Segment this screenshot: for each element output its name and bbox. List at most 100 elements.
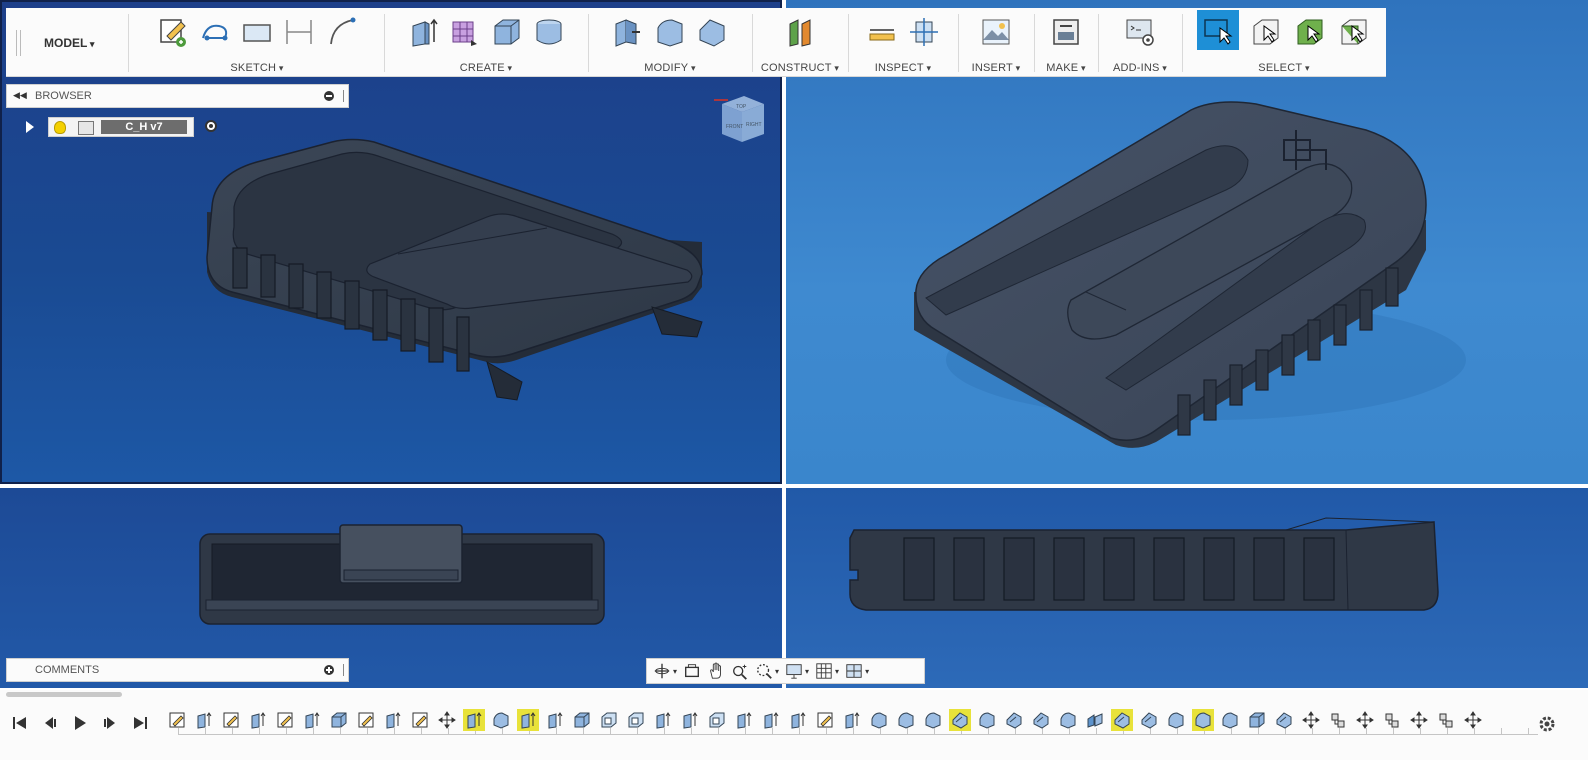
cylinder-icon[interactable] bbox=[532, 14, 566, 50]
timeline-extrude-icon[interactable] bbox=[301, 709, 323, 731]
add-ins-menu[interactable]: ADD-INS bbox=[1100, 62, 1180, 74]
viewports-icon[interactable]: ▾ bbox=[845, 661, 869, 681]
sketch-menu[interactable]: SKETCH bbox=[130, 62, 384, 74]
construct-menu[interactable]: CONSTRUCT bbox=[754, 62, 846, 74]
line-icon[interactable] bbox=[198, 14, 232, 50]
timeline-chamfer-icon[interactable] bbox=[1003, 709, 1025, 731]
select-icon[interactable] bbox=[1197, 10, 1239, 50]
form-icon[interactable] bbox=[448, 14, 482, 50]
fillet-icon[interactable] bbox=[653, 14, 687, 50]
grid-icon[interactable]: ▾ bbox=[815, 661, 839, 681]
activate-radio-icon[interactable] bbox=[205, 120, 217, 132]
go-to-end-icon[interactable] bbox=[130, 712, 150, 734]
pan-icon[interactable] bbox=[707, 661, 725, 681]
chamfer-icon[interactable] bbox=[695, 14, 729, 50]
timeline-joint-icon[interactable] bbox=[1327, 709, 1349, 731]
timeline-fillet-icon[interactable] bbox=[868, 709, 890, 731]
make-menu[interactable]: MAKE bbox=[1036, 62, 1096, 74]
timeline-extrude-icon[interactable] bbox=[841, 709, 863, 731]
timeline-extrude-icon[interactable] bbox=[382, 709, 404, 731]
timeline-extrude-icon[interactable] bbox=[247, 709, 269, 731]
go-to-start-icon[interactable] bbox=[10, 712, 30, 734]
zoom-dropdown-icon[interactable]: ▾ bbox=[775, 667, 779, 676]
timeline-sketch-icon[interactable] bbox=[274, 709, 296, 731]
panel-grip-icon[interactable] bbox=[343, 664, 346, 676]
3d-print-icon[interactable] bbox=[1049, 14, 1083, 50]
timeline-extrude-icon[interactable] bbox=[733, 709, 755, 731]
timeline-fillet-icon[interactable] bbox=[1057, 709, 1079, 731]
timeline-extrude-icon[interactable] bbox=[652, 709, 674, 731]
window-select-icon[interactable] bbox=[1249, 14, 1283, 50]
add-comment-icon[interactable] bbox=[324, 665, 334, 675]
press-pull-icon[interactable] bbox=[611, 14, 645, 50]
fit-icon[interactable]: ▾ bbox=[755, 661, 779, 681]
timeline-move-icon[interactable] bbox=[1300, 709, 1322, 731]
timeline-extrude-icon[interactable] bbox=[544, 709, 566, 731]
timeline-extrude-icon[interactable] bbox=[787, 709, 809, 731]
timeline-extrude-icon[interactable] bbox=[463, 709, 485, 731]
workspace-switcher[interactable]: MODEL bbox=[6, 8, 126, 76]
timeline-joint-icon[interactable] bbox=[1435, 709, 1457, 731]
viewcube[interactable]: TOP FRONT RIGHT bbox=[714, 94, 770, 146]
timeline-sketch-icon[interactable] bbox=[355, 709, 377, 731]
timeline-fillet-icon[interactable] bbox=[1192, 709, 1214, 731]
timeline-extrude-icon[interactable] bbox=[760, 709, 782, 731]
timeline-fillet-icon[interactable] bbox=[922, 709, 944, 731]
timeline-body-icon[interactable] bbox=[571, 709, 593, 731]
scripts-icon[interactable] bbox=[1123, 14, 1157, 50]
zoom-icon[interactable] bbox=[731, 661, 749, 681]
orbit-icon[interactable]: ▾ bbox=[653, 661, 677, 681]
timeline-chamfer-icon[interactable] bbox=[1030, 709, 1052, 731]
viewports-dropdown-icon[interactable]: ▾ bbox=[865, 667, 869, 676]
timeline-shell-icon[interactable] bbox=[598, 709, 620, 731]
insert-menu[interactable]: INSERT bbox=[960, 62, 1032, 74]
step-forward-icon[interactable] bbox=[100, 712, 120, 734]
display-settings-icon[interactable]: ▾ bbox=[785, 661, 809, 681]
display-dropdown-icon[interactable]: ▾ bbox=[805, 667, 809, 676]
insert-image-icon[interactable] bbox=[979, 14, 1013, 50]
timeline-fillet-icon[interactable] bbox=[490, 709, 512, 731]
timeline-chamfer-icon[interactable] bbox=[949, 709, 971, 731]
timeline-fillet-icon[interactable] bbox=[1219, 709, 1241, 731]
timeline-body-icon[interactable] bbox=[1246, 709, 1268, 731]
paint-select-icon[interactable] bbox=[1337, 14, 1371, 50]
section-analysis-icon[interactable] bbox=[907, 14, 941, 50]
extrude-icon[interactable] bbox=[406, 14, 440, 50]
visibility-bulb-icon[interactable] bbox=[54, 121, 66, 134]
timeline-fillet-icon[interactable] bbox=[1165, 709, 1187, 731]
timeline-shell-icon[interactable] bbox=[706, 709, 728, 731]
grid-dropdown-icon[interactable]: ▾ bbox=[835, 667, 839, 676]
inspect-menu[interactable]: INSPECT bbox=[850, 62, 956, 74]
minimize-icon[interactable] bbox=[324, 91, 334, 101]
timeline-extrude-icon[interactable] bbox=[517, 709, 539, 731]
workspace-label[interactable]: MODEL bbox=[44, 36, 94, 50]
box-icon[interactable] bbox=[490, 14, 524, 50]
timeline-shell-icon[interactable] bbox=[625, 709, 647, 731]
timeline-chamfer-icon[interactable] bbox=[1111, 709, 1133, 731]
timeline-extrude-icon[interactable] bbox=[193, 709, 215, 731]
measure-icon[interactable] bbox=[865, 14, 899, 50]
timeline-joint-icon[interactable] bbox=[1381, 709, 1403, 731]
step-back-icon[interactable] bbox=[40, 712, 60, 734]
orbit-dropdown-icon[interactable]: ▾ bbox=[673, 667, 677, 676]
timeline-move-icon[interactable] bbox=[436, 709, 458, 731]
component-name[interactable]: C_H v7 bbox=[101, 120, 187, 134]
timeline-scrollbar[interactable] bbox=[6, 692, 122, 697]
expand-arrow-icon[interactable] bbox=[26, 121, 34, 133]
timeline-body-icon[interactable] bbox=[328, 709, 350, 731]
timeline-split-icon[interactable] bbox=[1084, 709, 1106, 731]
create-sketch-icon[interactable] bbox=[156, 14, 190, 50]
rectangle-icon[interactable] bbox=[240, 14, 274, 50]
timeline-sketch-icon[interactable] bbox=[166, 709, 188, 731]
arc-icon[interactable] bbox=[324, 14, 358, 50]
timeline-sketch-icon[interactable] bbox=[220, 709, 242, 731]
timeline-move-icon[interactable] bbox=[1462, 709, 1484, 731]
timeline-chamfer-icon[interactable] bbox=[1273, 709, 1295, 731]
collapse-panel-icon[interactable]: ◀◀ bbox=[13, 90, 27, 101]
create-menu[interactable]: CREATE bbox=[386, 62, 586, 74]
timeline-extrude-icon[interactable] bbox=[679, 709, 701, 731]
timeline-move-icon[interactable] bbox=[1408, 709, 1430, 731]
dimension-icon[interactable] bbox=[282, 14, 316, 50]
freeform-select-icon[interactable] bbox=[1293, 14, 1327, 50]
play-icon[interactable] bbox=[70, 712, 90, 734]
